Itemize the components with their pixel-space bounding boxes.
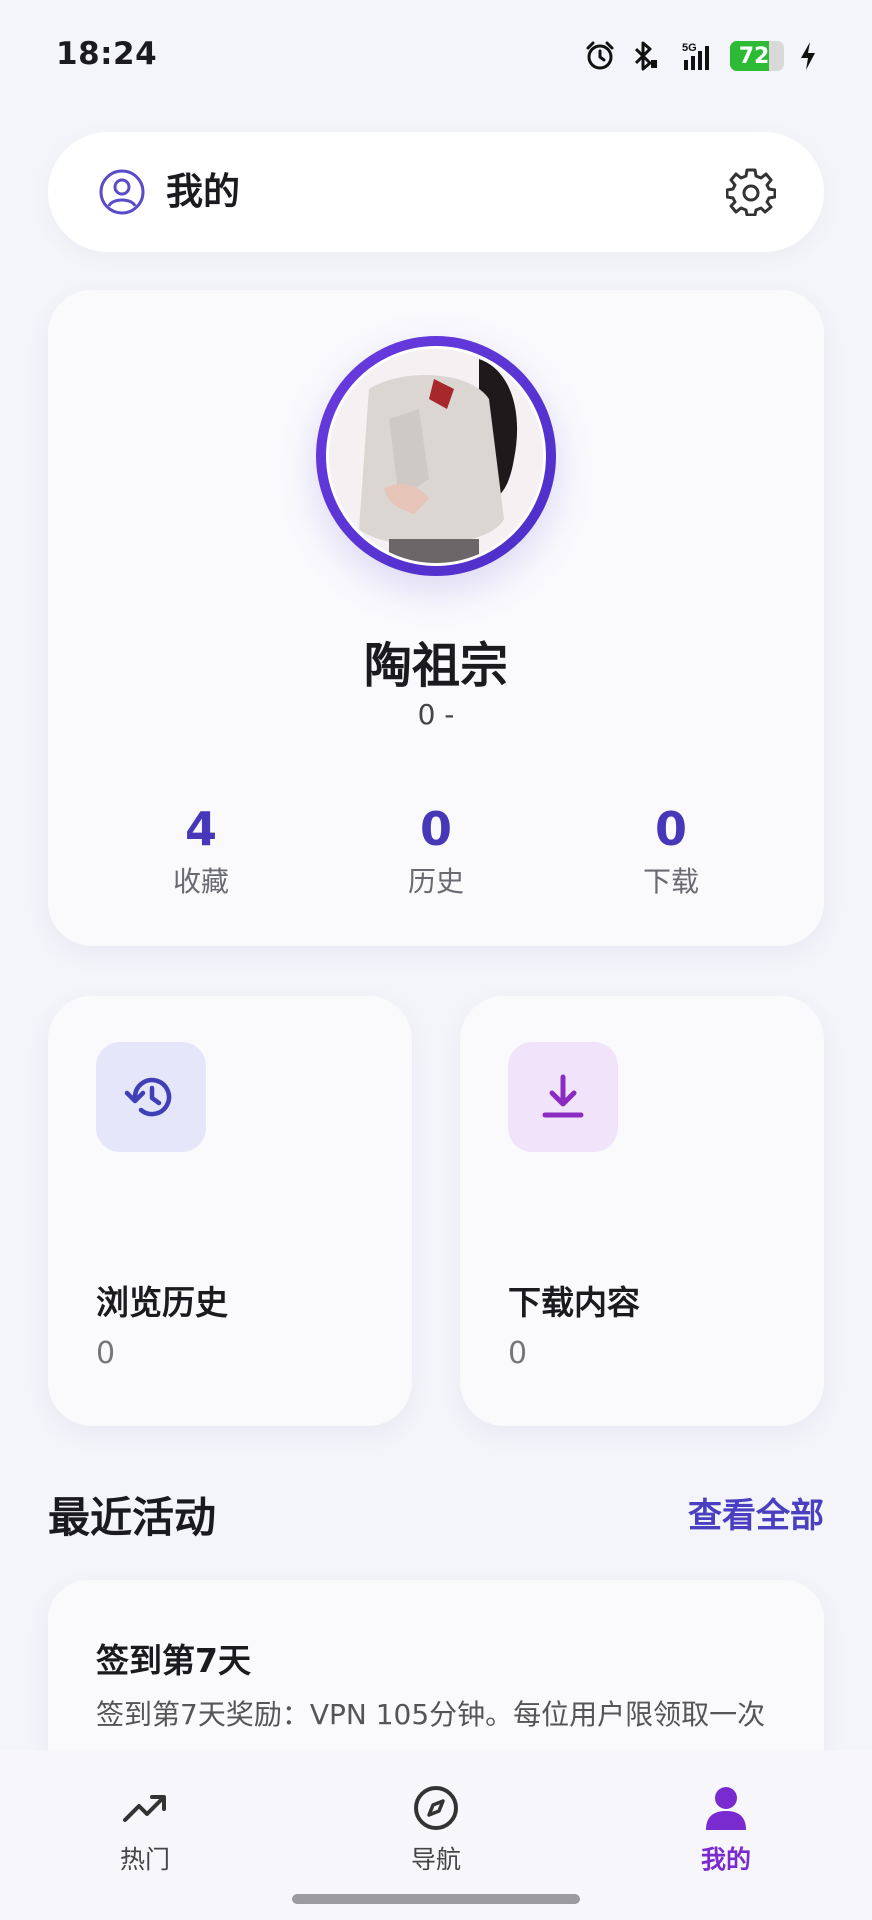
page-title: 我的 (166, 170, 240, 213)
download-icon-box (508, 1042, 618, 1152)
download-card-value: 0 (508, 1336, 528, 1371)
stat-label: 历史 (407, 865, 464, 898)
status-time: 18:24 (56, 36, 158, 72)
status-icons: 5G 72 (584, 36, 818, 76)
history-icon-box (96, 1042, 206, 1152)
status-bar: 18:24 5G 72 (0, 0, 872, 112)
stat-value: 4 (184, 802, 217, 856)
nav-label: 热门 (119, 1845, 170, 1874)
compass-icon (414, 1786, 458, 1830)
alarm-icon (586, 41, 614, 70)
trending-icon (123, 1795, 166, 1822)
activity-description: 签到第7天奖励：VPN 105分钟。每位用户限领取一次 (96, 1698, 766, 1731)
header-bar: 我的 (48, 132, 824, 252)
stat-value: 0 (654, 802, 687, 856)
history-card-value: 0 (96, 1336, 116, 1371)
avatar-image (326, 346, 546, 566)
avatar[interactable] (316, 336, 556, 576)
stat-label: 收藏 (172, 865, 229, 898)
nav-item-profile[interactable]: 我的 (656, 1782, 796, 1876)
nav-label: 导航 (410, 1845, 461, 1874)
bluetooth-icon (634, 41, 657, 71)
battery-icon: 72 (730, 41, 784, 71)
avatar-illustration (329, 349, 543, 563)
nav-item-navigation[interactable]: 导航 (366, 1782, 506, 1876)
stat-label: 下载 (642, 865, 699, 898)
network-label: 5G (682, 42, 697, 54)
profile-card: 陶祖宗 0 - 4 收藏 0 历史 0 下载 (48, 290, 824, 946)
home-indicator[interactable] (292, 1894, 580, 1904)
download-icon (542, 1074, 584, 1118)
download-card-title: 下载内容 (508, 1283, 640, 1322)
signal-icon: 5G (682, 42, 709, 70)
stat-downloads[interactable]: 0 下载 (591, 802, 751, 900)
download-card[interactable]: 下载内容 0 (460, 996, 824, 1426)
person-icon (706, 1787, 746, 1830)
history-card[interactable]: 浏览历史 0 (48, 996, 412, 1426)
battery-level: 72 (738, 43, 770, 69)
view-all-link[interactable]: 查看全部 (688, 1488, 824, 1537)
charging-icon (801, 42, 815, 70)
recent-activity-title: 最近活动 (48, 1493, 217, 1542)
stat-history[interactable]: 0 历史 (356, 802, 516, 900)
history-icon (124, 1077, 172, 1117)
stat-value: 0 (419, 802, 452, 856)
user-circle-icon (99, 169, 145, 215)
stat-favorites[interactable]: 4 收藏 (121, 802, 281, 900)
nav-item-trending[interactable]: 热门 (75, 1782, 215, 1876)
nav-label: 我的 (700, 1845, 751, 1874)
profile-name: 陶祖宗 (363, 638, 508, 694)
history-card-title: 浏览历史 (96, 1283, 228, 1322)
activity-title: 签到第7天 (96, 1641, 251, 1680)
gear-icon[interactable] (726, 166, 776, 216)
profile-subtitle: 0 - (417, 698, 455, 731)
